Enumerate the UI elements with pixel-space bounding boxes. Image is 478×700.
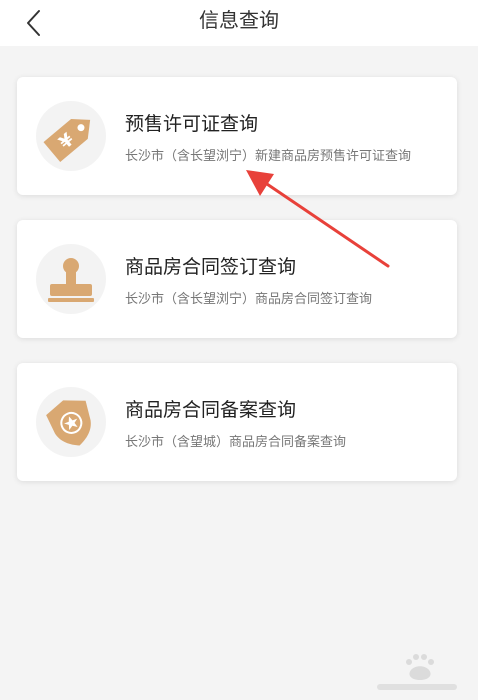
card-icon-container: [36, 244, 106, 314]
watermark-logo-icon: [377, 654, 457, 690]
card-title: 商品房合同备案查询: [125, 399, 297, 421]
page-title: 信息查询: [199, 8, 279, 32]
navbar: 信息查询: [0, 0, 478, 46]
card-title: 预售许可证查询: [125, 113, 259, 135]
card-description: 长沙市（含长望浏宁）商品房合同签订查询: [125, 292, 373, 307]
card-icon-container: ¥: [36, 101, 106, 171]
card-icon-container: [36, 387, 106, 457]
card-contract-filing-query[interactable]: 商品房合同备案查询 长沙市（含望城）商品房合同备案查询: [17, 363, 457, 481]
shield-star-icon: [46, 400, 91, 446]
stamp-icon: [48, 258, 94, 302]
price-tag-icon: ¥: [43, 118, 91, 163]
card-description: 长沙市（含望城）商品房合同备案查询: [125, 435, 347, 450]
annotation-arrow-icon: [246, 170, 390, 268]
